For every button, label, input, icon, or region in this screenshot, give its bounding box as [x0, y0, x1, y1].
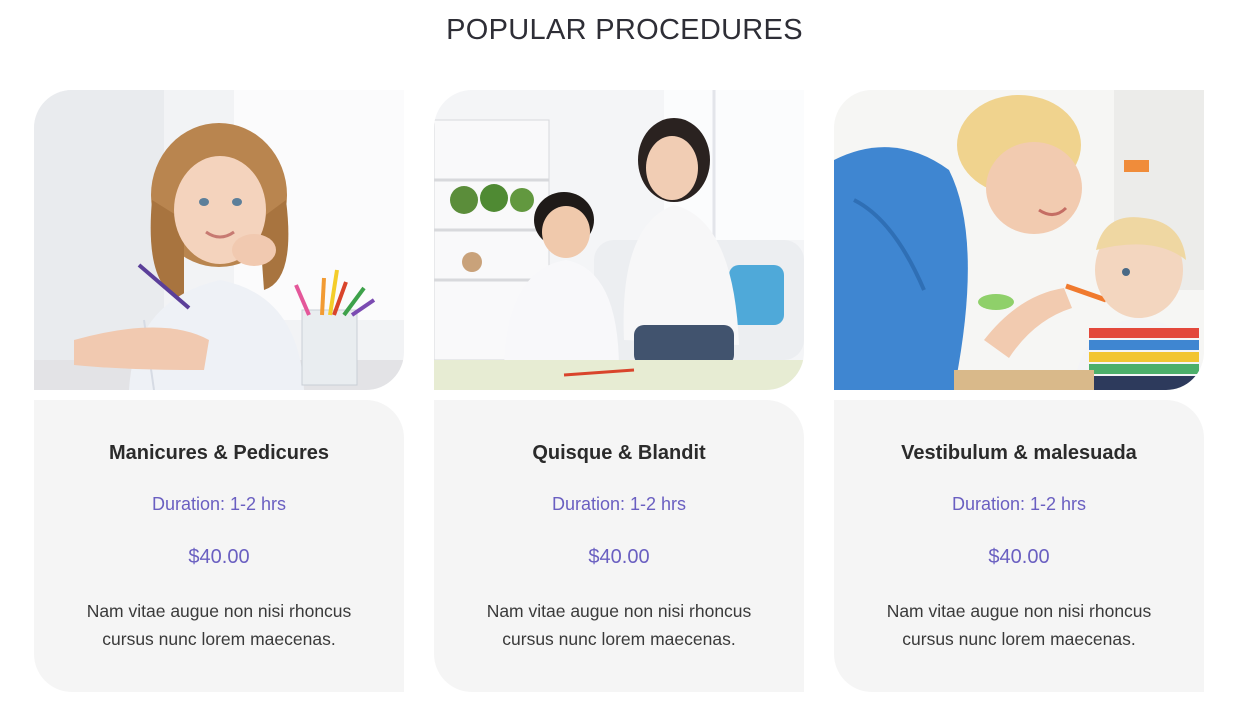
procedure-title[interactable]: Manicures & Pedicures — [34, 442, 404, 465]
mother-son-illustration — [434, 90, 804, 390]
procedure-card-body: Vestibulum & malesuada Duration: 1-2 hrs… — [834, 400, 1204, 692]
procedure-price: $40.00 — [588, 546, 650, 568]
procedure-photo-mother-feeding-baby[interactable] — [834, 90, 1204, 390]
procedure-card[interactable]: Quisque & Blandit Duration: 1-2 hrs $40.… — [434, 90, 804, 692]
mother-feeding-baby-illustration — [834, 90, 1204, 390]
girl-drawing-illustration — [34, 90, 404, 390]
procedure-card[interactable]: Vestibulum & malesuada Duration: 1-2 hrs… — [834, 90, 1204, 692]
procedure-card[interactable]: Manicures & Pedicures Duration: 1-2 hrs … — [34, 90, 404, 692]
procedure-title[interactable]: Vestibulum & malesuada — [834, 442, 1204, 465]
procedure-price: $40.00 — [988, 546, 1050, 568]
procedure-card-body: Quisque & Blandit Duration: 1-2 hrs $40.… — [434, 400, 804, 692]
procedure-photo-mother-son[interactable] — [434, 90, 804, 390]
procedure-duration: Duration: 1-2 hrs — [551, 494, 687, 514]
section-title: POPULAR PROCEDURES — [446, 14, 803, 46]
procedure-price: $40.00 — [188, 546, 250, 568]
procedure-photo-girl-drawing[interactable] — [34, 90, 404, 390]
procedure-description: Nam vitae augue non nisi rhoncus cursus … — [86, 601, 352, 649]
procedure-card-body: Manicures & Pedicures Duration: 1-2 hrs … — [34, 400, 404, 692]
procedure-duration: Duration: 1-2 hrs — [151, 494, 287, 514]
procedure-duration: Duration: 1-2 hrs — [951, 494, 1087, 514]
procedure-title[interactable]: Quisque & Blandit — [434, 442, 804, 465]
procedure-description: Nam vitae augue non nisi rhoncus cursus … — [886, 601, 1152, 649]
procedure-description: Nam vitae augue non nisi rhoncus cursus … — [486, 601, 752, 649]
